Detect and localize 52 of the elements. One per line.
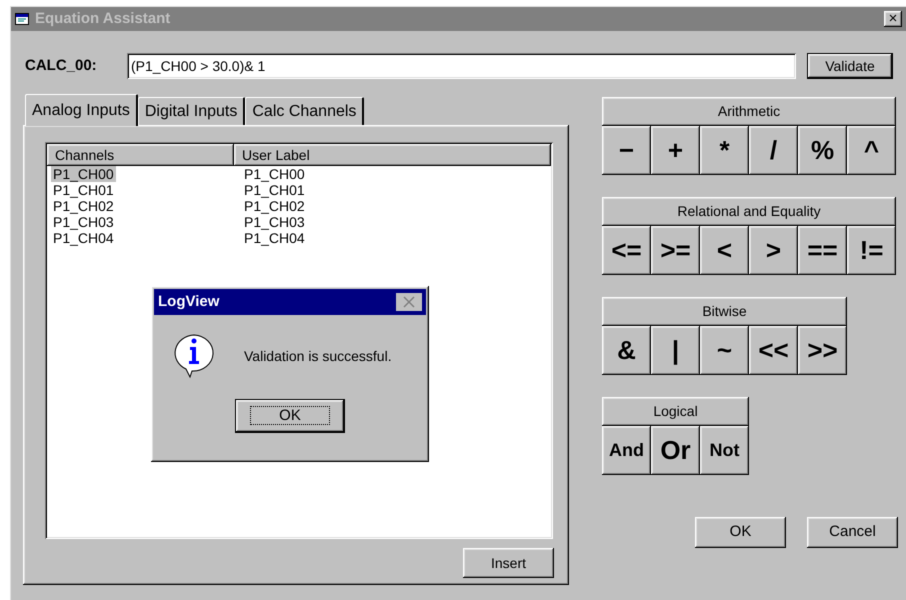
- table-cell-text: P1_CH02: [243, 198, 306, 214]
- group-header: Logical: [602, 397, 749, 426]
- table-cell[interactable]: P1_CH00: [51, 166, 116, 182]
- operator-button[interactable]: |: [651, 326, 700, 375]
- operator-button[interactable]: /: [749, 126, 798, 175]
- operator-button[interactable]: <=: [602, 226, 651, 275]
- operator-button[interactable]: −: [602, 126, 651, 175]
- dialog-button[interactable]: Cancel: [807, 517, 898, 548]
- expression-label: CALC_00:: [25, 56, 98, 76]
- table-cell-text: P1_CH01: [243, 182, 306, 198]
- operator-button[interactable]: >=: [651, 226, 700, 275]
- tab[interactable]: Digital Inputs: [138, 97, 246, 125]
- operator-button[interactable]: +: [651, 126, 700, 175]
- expression-field[interactable]: (P1_CH00 > 30.0)& 1: [127, 53, 796, 79]
- dialog-message: Validation is successful.: [244, 346, 392, 366]
- table-cell[interactable]: P1_CH03: [51, 214, 116, 230]
- group-header: Relational and Equality: [602, 197, 896, 226]
- dialog-ok-button[interactable]: OK: [235, 399, 345, 433]
- validate-button[interactable]: Validate: [807, 53, 893, 79]
- table-cell[interactable]: P1_CH04: [51, 230, 116, 246]
- operator-button[interactable]: *: [700, 126, 749, 175]
- table-cell[interactable]: P1_CH02: [51, 198, 116, 214]
- operator-button[interactable]: ~: [700, 326, 749, 375]
- close-button[interactable]: ×: [884, 11, 902, 27]
- operator-button[interactable]: And: [602, 426, 651, 475]
- operator-button[interactable]: ^: [847, 126, 896, 175]
- column-header[interactable]: User Label: [234, 144, 551, 166]
- window-icon: [15, 13, 29, 25]
- operator-button[interactable]: Not: [700, 426, 749, 475]
- table-cell[interactable]: P1_CH01: [51, 182, 116, 198]
- operator-button[interactable]: %: [798, 126, 847, 175]
- insert-button[interactable]: Insert: [463, 548, 554, 578]
- dialog-title: LogView: [158, 292, 220, 312]
- window-title: Equation Assistant: [35, 8, 170, 29]
- close-icon[interactable]: [396, 293, 422, 311]
- dialog-button[interactable]: OK: [695, 517, 786, 548]
- group-header: Bitwise: [602, 297, 847, 326]
- operator-button[interactable]: ==: [798, 226, 847, 275]
- tab[interactable]: Calc Channels: [245, 97, 364, 125]
- table-cell-text: P1_CH03: [243, 214, 306, 230]
- tab[interactable]: Analog Inputs: [25, 94, 138, 126]
- operator-button[interactable]: !=: [847, 226, 896, 275]
- operator-button[interactable]: >>: [798, 326, 847, 375]
- column-header[interactable]: Channels: [47, 144, 234, 166]
- operator-button[interactable]: <<: [749, 326, 798, 375]
- table-cell-text: P1_CH04: [243, 230, 306, 246]
- operator-button[interactable]: >: [749, 226, 798, 275]
- operator-button[interactable]: Or: [651, 426, 700, 475]
- operator-button[interactable]: &: [602, 326, 651, 375]
- operator-button[interactable]: <: [700, 226, 749, 275]
- table-cell-text: P1_CH00: [243, 166, 306, 182]
- group-header: Arithmetic: [602, 97, 896, 126]
